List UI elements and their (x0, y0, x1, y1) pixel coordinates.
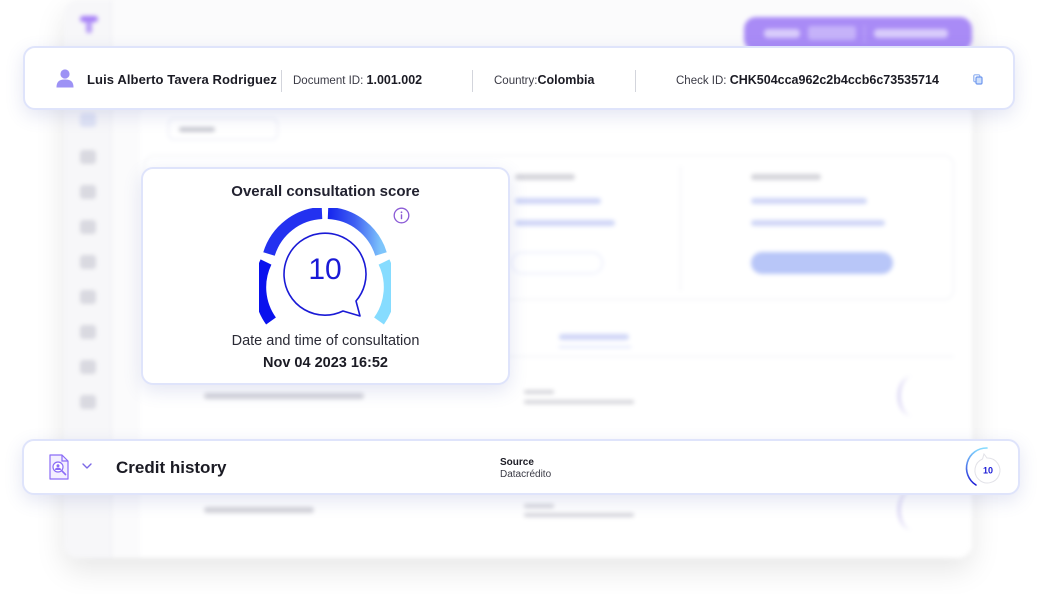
check-id-label: Check ID: (676, 75, 727, 87)
check-id: Check ID: CHK504cca962c2b4ccb6c73535714 (676, 73, 939, 87)
gauge-segment-4 (373, 259, 391, 325)
sidebar-search-icon[interactable] (80, 113, 96, 127)
mini-score-gauge: 10 (965, 447, 1001, 486)
sidebar-item-icon[interactable] (80, 255, 96, 269)
sidebar-item-icon[interactable] (80, 325, 96, 339)
list-item[interactable] (204, 507, 314, 513)
source-label: Source (500, 457, 534, 468)
chevron-down-icon[interactable] (81, 461, 93, 471)
score-gauge: 10 (259, 208, 391, 325)
gauge-segment-1 (259, 259, 277, 325)
sidebar-item-icon[interactable] (80, 360, 96, 374)
profile-header-card: Luis Alberto Tavera Rodriguez Document I… (23, 46, 1015, 110)
credit-history-row[interactable]: Credit history Source Datacrédito 10 (22, 439, 1020, 495)
sidebar-item-icon[interactable] (80, 185, 96, 199)
app-logo (80, 16, 98, 34)
info-icon[interactable] (393, 207, 410, 224)
source-value: Datacrédito (500, 469, 552, 480)
check-id-value: CHK504cca962c2b4ccb6c73535714 (729, 73, 939, 87)
person-name: Luis Alberto Tavera Rodriguez (87, 72, 277, 87)
document-id-label: Document ID: (293, 75, 364, 87)
overall-score-card: Overall consultation score 10 Date and t… (141, 167, 510, 385)
divider (635, 70, 636, 92)
sidebar-item-icon[interactable] (80, 150, 96, 164)
country-label: Country: (494, 75, 538, 87)
sidebar-item-icon[interactable] (80, 290, 96, 304)
date-label: Date and time of consultation (231, 333, 420, 349)
document-id: Document ID: 1.001.002 (293, 73, 422, 87)
score-value: 10 (308, 253, 341, 286)
score-title: Overall consultation score (231, 183, 420, 200)
document-id-value: 1.001.002 (366, 73, 423, 87)
sidebar-item-icon[interactable] (80, 220, 96, 234)
mini-score-value: 10 (983, 466, 993, 476)
country-value: Colombia (537, 73, 595, 87)
search-dropdown[interactable] (168, 118, 278, 140)
tab-summary[interactable] (559, 334, 629, 340)
divider (472, 70, 473, 92)
copy-icon[interactable] (973, 74, 983, 85)
user-icon (56, 69, 74, 88)
list-item[interactable] (204, 393, 364, 399)
date-value: Nov 04 2023 16:52 (263, 355, 388, 371)
country: Country:Colombia (494, 73, 594, 87)
document-search-icon (49, 454, 69, 480)
credit-history-title: Credit history (116, 458, 227, 477)
sidebar-item-icon[interactable] (80, 395, 96, 409)
divider (281, 70, 282, 92)
